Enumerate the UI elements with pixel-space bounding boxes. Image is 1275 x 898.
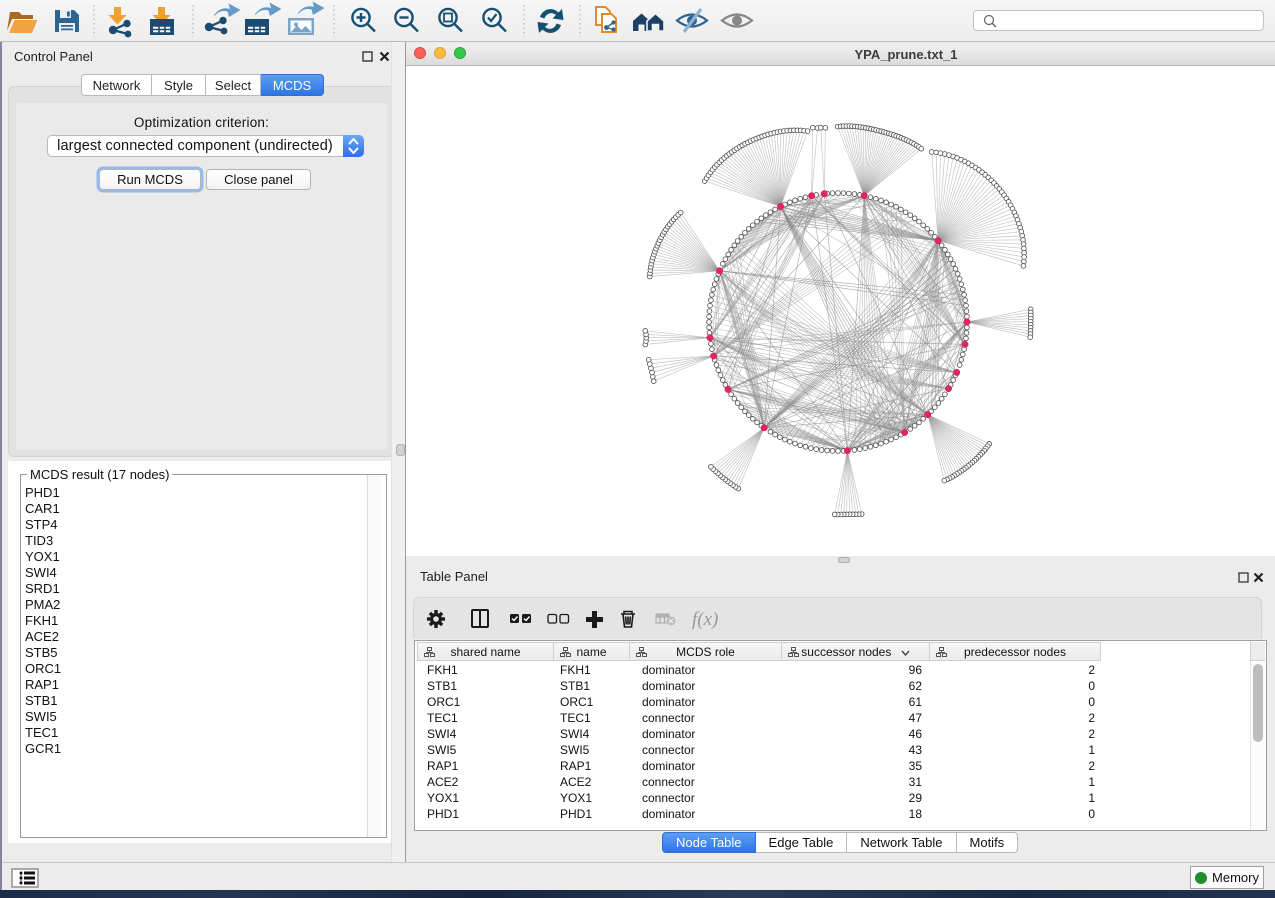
svg-text:f(x): f(x): [692, 609, 718, 630]
